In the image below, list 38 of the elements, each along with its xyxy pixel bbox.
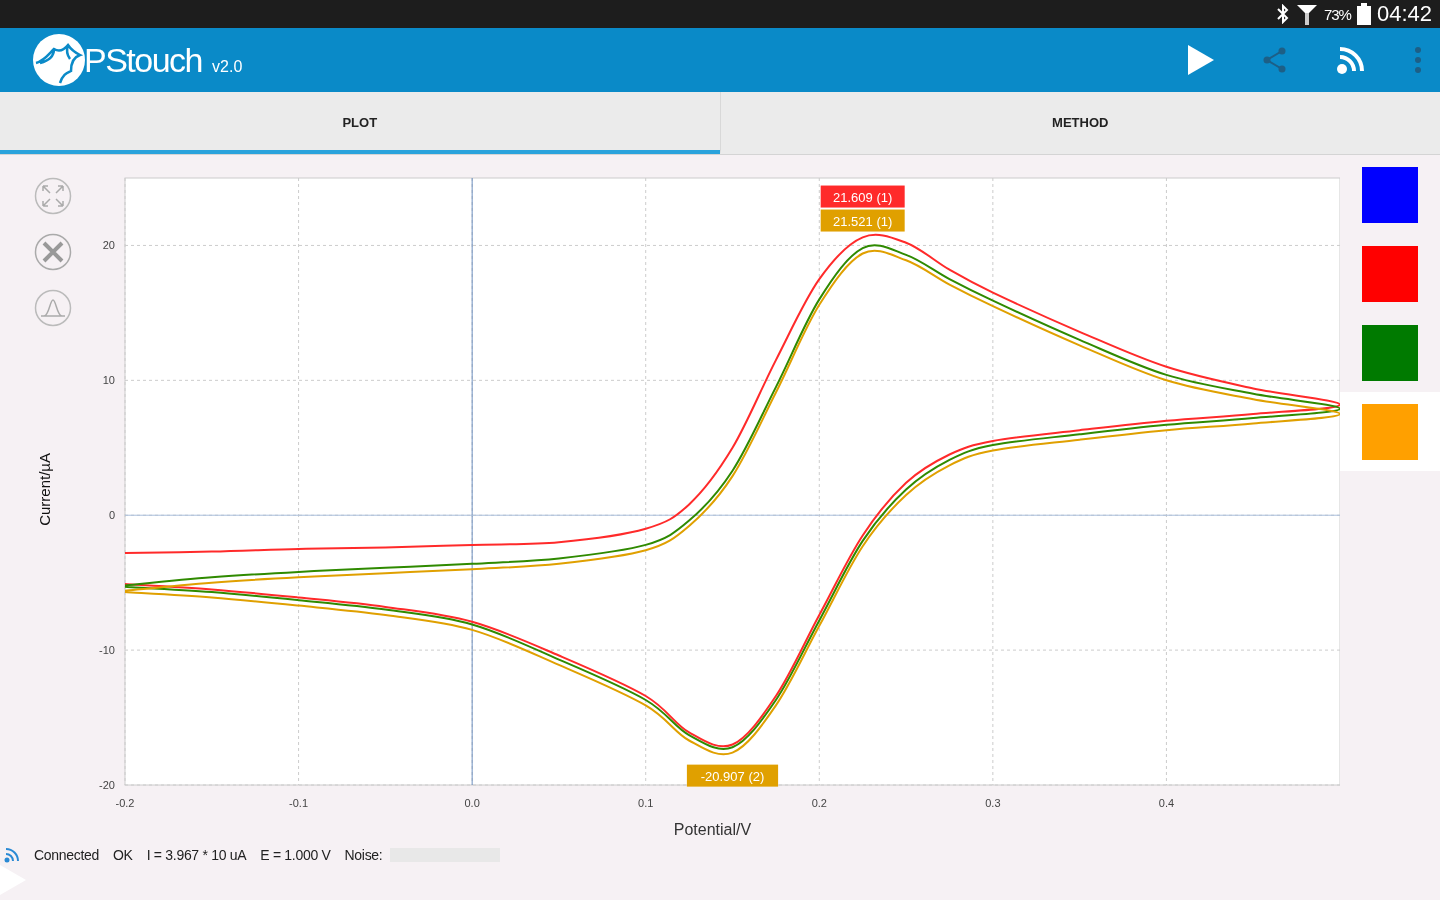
logo-icon [32,33,86,87]
share-icon[interactable] [1262,47,1288,73]
more-menu-icon[interactable] [1414,47,1422,73]
x-tick-label: 0.3 [985,797,1001,809]
battery-percent: 73% [1323,5,1351,23]
tab[interactable]: PLOT [0,92,720,154]
status-text: I = 3.967 * 10 uA [146,847,247,863]
annotation: 21.521 (1) [833,213,893,229]
clock-time: 04:42 [1376,1,1432,27]
x-tick-label: 0.0 [464,797,480,809]
x-tick-label: 0.4 [1158,797,1175,809]
connection-icon [4,847,20,863]
y-tick-label: 10 [102,374,115,387]
x-tick-label: -0.1 [289,797,309,809]
y-axis-title: Current/µA [36,453,53,526]
status-text: OK [113,847,133,863]
zoom-fit-icon[interactable] [34,177,72,215]
annotation: 21.609 (1) [833,189,893,205]
battery-icon [1356,3,1371,25]
connection-icon[interactable] [1336,45,1366,75]
y-tick-label: 0 [108,509,115,522]
status-text: Noise: [344,847,383,863]
status-text: E = 1.000 V [260,847,331,863]
x-tick-label: 0.1 [638,797,654,809]
tab[interactable]: METHOD [719,92,1440,154]
peak-icon[interactable] [34,289,72,327]
status-text: Connected [34,847,100,863]
bluetooth-icon [1275,4,1290,24]
play-icon[interactable] [1188,45,1214,75]
y-tick-label: 20 [102,239,115,252]
app-version: v2.0 [212,58,243,76]
y-tick-label: -10 [99,644,115,657]
x-axis-title: Potential/V [673,821,752,838]
x-tick-label: 0.2 [811,797,827,809]
x-tick-label: -0.2 [115,797,135,809]
app-title: PStouch [84,40,203,80]
y-tick-label: -20 [99,779,115,791]
annotation: -20.907 (2) [700,768,765,784]
